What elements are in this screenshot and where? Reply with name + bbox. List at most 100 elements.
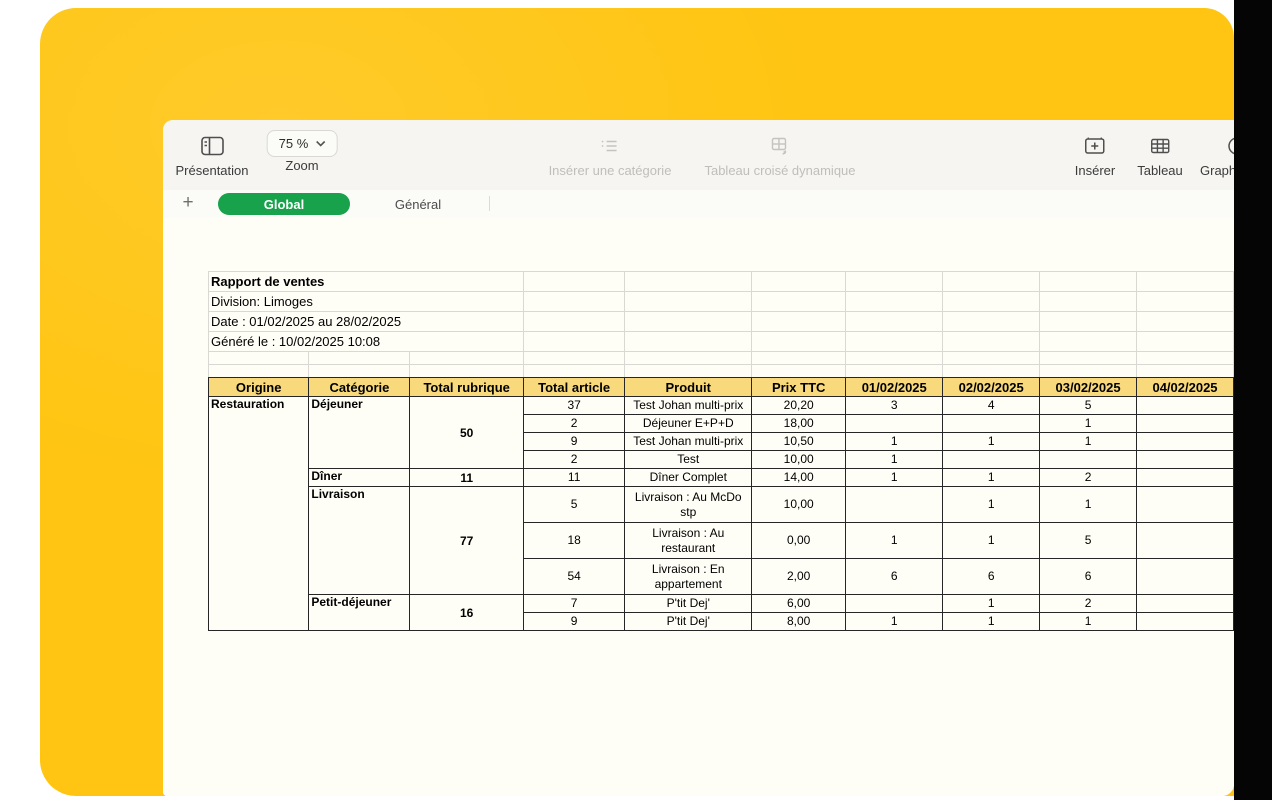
day1-cell[interactable]: 6 xyxy=(846,559,943,595)
cell[interactable] xyxy=(1040,272,1137,292)
product-cell[interactable]: Test xyxy=(625,451,752,469)
cell[interactable] xyxy=(1040,332,1137,352)
cell[interactable] xyxy=(846,365,943,378)
cell[interactable] xyxy=(410,352,523,365)
day1-cell[interactable] xyxy=(846,487,943,523)
total-rubrique-cell[interactable]: 50 xyxy=(410,397,523,469)
day4-cell[interactable] xyxy=(1137,469,1234,487)
day4-cell[interactable] xyxy=(1137,451,1234,469)
cell[interactable] xyxy=(943,332,1040,352)
insert-button[interactable]: Insérer xyxy=(1075,130,1115,178)
day1-cell[interactable]: 1 xyxy=(846,469,943,487)
day3-cell[interactable]: 1 xyxy=(1040,487,1137,523)
price-cell[interactable]: 20,20 xyxy=(752,397,846,415)
product-cell[interactable]: Test Johan multi-prix xyxy=(625,397,752,415)
header-date-4[interactable]: 04/02/2025 xyxy=(1137,378,1234,397)
cell[interactable] xyxy=(1137,312,1234,332)
day1-cell[interactable]: 1 xyxy=(846,523,943,559)
cell[interactable] xyxy=(846,352,943,365)
header-date-1[interactable]: 01/02/2025 xyxy=(846,378,943,397)
cell[interactable] xyxy=(752,365,846,378)
cell[interactable] xyxy=(846,332,943,352)
day4-cell[interactable] xyxy=(1137,523,1234,559)
day1-cell[interactable]: 1 xyxy=(846,451,943,469)
header-total-rubrique[interactable]: Total rubrique xyxy=(410,378,523,397)
cell[interactable] xyxy=(523,332,625,352)
day2-cell[interactable]: 4 xyxy=(943,397,1040,415)
qty-cell[interactable]: 11 xyxy=(523,469,625,487)
day3-cell[interactable]: 2 xyxy=(1040,595,1137,613)
cell[interactable] xyxy=(625,332,752,352)
day4-cell[interactable] xyxy=(1137,397,1234,415)
price-cell[interactable]: 0,00 xyxy=(752,523,846,559)
cell[interactable] xyxy=(523,312,625,332)
day4-cell[interactable] xyxy=(1137,559,1234,595)
cell[interactable] xyxy=(943,352,1040,365)
cell[interactable] xyxy=(1040,352,1137,365)
product-cell[interactable]: Livraison : Au restaurant xyxy=(625,523,752,559)
qty-cell[interactable]: 37 xyxy=(523,397,625,415)
cell[interactable] xyxy=(752,352,846,365)
cell[interactable] xyxy=(752,272,846,292)
price-cell[interactable]: 8,00 xyxy=(752,613,846,631)
price-cell[interactable]: 2,00 xyxy=(752,559,846,595)
day4-cell[interactable] xyxy=(1137,613,1234,631)
cell[interactable] xyxy=(752,312,846,332)
day2-cell[interactable]: 6 xyxy=(943,559,1040,595)
day4-cell[interactable] xyxy=(1137,415,1234,433)
cell[interactable] xyxy=(523,352,625,365)
cell[interactable] xyxy=(523,272,625,292)
price-cell[interactable]: 14,00 xyxy=(752,469,846,487)
price-cell[interactable]: 18,00 xyxy=(752,415,846,433)
header-date-3[interactable]: 03/02/2025 xyxy=(1040,378,1137,397)
cell[interactable] xyxy=(1137,292,1234,312)
day1-cell[interactable]: 3 xyxy=(846,397,943,415)
day3-cell[interactable]: 5 xyxy=(1040,397,1137,415)
cell[interactable] xyxy=(1137,332,1234,352)
day2-cell[interactable]: 1 xyxy=(943,433,1040,451)
product-cell[interactable]: P'tit Dej' xyxy=(625,595,752,613)
table-button[interactable]: Tableau xyxy=(1137,130,1183,178)
qty-cell[interactable]: 2 xyxy=(523,451,625,469)
cell[interactable] xyxy=(752,332,846,352)
day3-cell[interactable]: 6 xyxy=(1040,559,1137,595)
origin-cell[interactable]: Restauration xyxy=(209,397,309,631)
cell[interactable] xyxy=(625,272,752,292)
report-division[interactable]: Division: Limoges xyxy=(209,292,524,312)
qty-cell[interactable]: 9 xyxy=(523,613,625,631)
price-cell[interactable]: 10,50 xyxy=(752,433,846,451)
price-cell[interactable]: 10,00 xyxy=(752,487,846,523)
add-sheet-button[interactable]: + xyxy=(178,190,198,216)
header-categorie[interactable]: Catégorie xyxy=(309,378,410,397)
tab-general[interactable]: Général xyxy=(385,193,451,215)
price-cell[interactable]: 10,00 xyxy=(752,451,846,469)
category-cell[interactable]: Petit-déjeuner xyxy=(309,595,410,631)
product-cell[interactable]: Dîner Complet xyxy=(625,469,752,487)
day3-cell[interactable]: 1 xyxy=(1040,433,1137,451)
day4-cell[interactable] xyxy=(1137,595,1234,613)
cell[interactable] xyxy=(523,365,625,378)
day3-cell[interactable]: 5 xyxy=(1040,523,1137,559)
cell[interactable] xyxy=(943,365,1040,378)
cell[interactable] xyxy=(1137,272,1234,292)
qty-cell[interactable]: 5 xyxy=(523,487,625,523)
total-rubrique-cell[interactable]: 77 xyxy=(410,487,523,595)
chart-button[interactable]: Graphique xyxy=(1200,130,1234,178)
total-rubrique-cell[interactable]: 11 xyxy=(410,469,523,487)
cell[interactable] xyxy=(943,292,1040,312)
tab-global[interactable]: Global xyxy=(218,193,350,215)
cell[interactable] xyxy=(209,352,309,365)
header-origine[interactable]: Origine xyxy=(209,378,309,397)
qty-cell[interactable]: 2 xyxy=(523,415,625,433)
product-cell[interactable]: P'tit Dej' xyxy=(625,613,752,631)
header-total-article[interactable]: Total article xyxy=(523,378,625,397)
header-prix-ttc[interactable]: Prix TTC xyxy=(752,378,846,397)
product-cell[interactable]: Déjeuner E+P+D xyxy=(625,415,752,433)
day2-cell[interactable] xyxy=(943,451,1040,469)
qty-cell[interactable]: 9 xyxy=(523,433,625,451)
day4-cell[interactable] xyxy=(1137,433,1234,451)
day1-cell[interactable]: 1 xyxy=(846,613,943,631)
total-rubrique-cell[interactable]: 16 xyxy=(410,595,523,631)
qty-cell[interactable]: 18 xyxy=(523,523,625,559)
report-title[interactable]: Rapport de ventes xyxy=(209,272,524,292)
